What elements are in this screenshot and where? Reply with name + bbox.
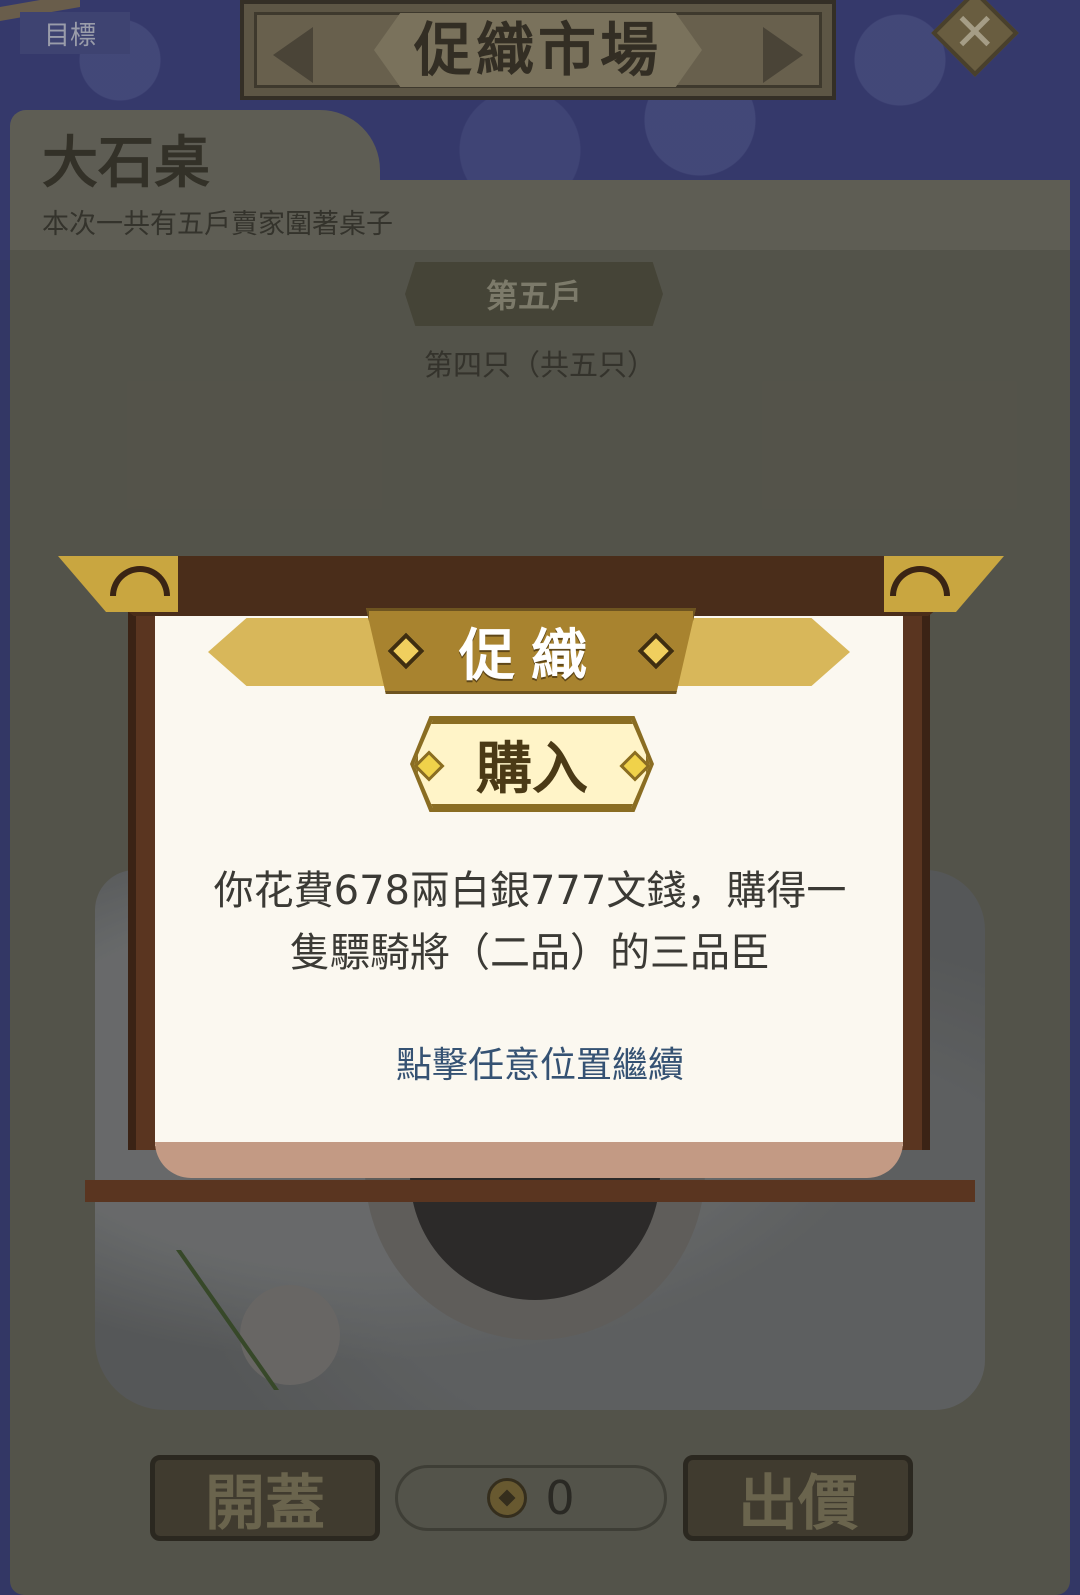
modal-roof bbox=[58, 556, 1004, 616]
message-line-1: 你花費678兩白銀777文錢，購得一 bbox=[213, 868, 847, 914]
result-badge: 購入 bbox=[414, 720, 650, 808]
modal-scroll-base bbox=[155, 1142, 903, 1178]
modal-title: 促織 bbox=[459, 623, 603, 689]
modal-message: 你花費678兩白銀777文錢，購得一 隻驃騎將（二品）的三品臣 bbox=[175, 860, 885, 984]
result-label: 購入 bbox=[476, 736, 588, 802]
modal-title-plate: 促織 bbox=[366, 608, 696, 694]
modal-beam bbox=[85, 1180, 975, 1202]
continue-hint[interactable]: 點擊任意位置繼續 bbox=[0, 1036, 1080, 1088]
diamond-right-icon bbox=[637, 632, 675, 670]
diamond-left-icon bbox=[387, 632, 425, 670]
message-line-2: 隻驃騎將（二品）的三品臣 bbox=[290, 930, 770, 976]
